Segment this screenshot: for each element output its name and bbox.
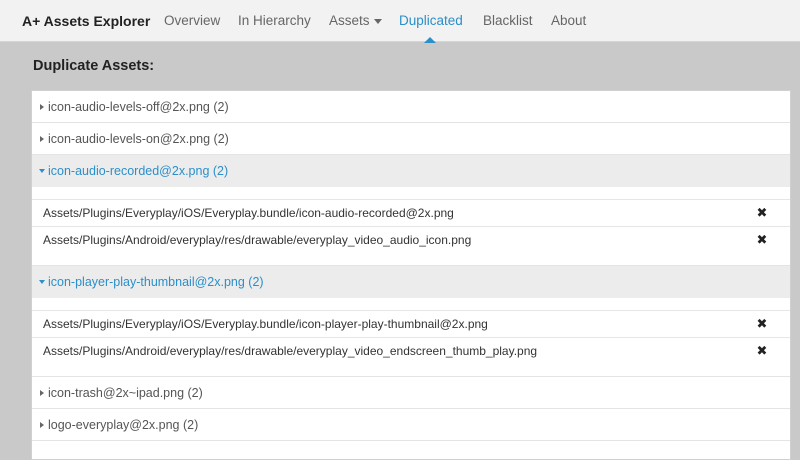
nav-blacklist[interactable]: Blacklist	[483, 0, 533, 42]
nav-assets-dropdown[interactable]: Assets	[329, 0, 382, 42]
group-label: icon-audio-levels-off@2x.png (2)	[48, 100, 229, 114]
navbar: A+ Assets Explorer Overview In Hierarchy…	[0, 0, 800, 43]
app-title[interactable]: A+ Assets Explorer	[22, 0, 150, 42]
active-tab-indicator	[424, 37, 436, 43]
group-label: logo-everyplay@2x.png (2)	[48, 418, 199, 432]
duplicate-group-row-expanded[interactable]: icon-audio-recorded@2x.png (2)	[32, 155, 790, 187]
close-icon[interactable]: ✖	[756, 227, 768, 253]
close-icon[interactable]: ✖	[756, 311, 768, 337]
path-row: Assets/Plugins/Android/everyplay/res/dra…	[32, 337, 790, 364]
collapse-arrow-icon	[39, 280, 45, 284]
duplicate-group-row[interactable]: icon-audio-levels-on@2x.png (2)	[32, 123, 790, 155]
page-title: Duplicate Assets:	[33, 58, 155, 74]
caret-down-icon	[373, 18, 382, 24]
duplicate-group-row[interactable]: logo-everyplay@2x.png (2)	[32, 409, 790, 441]
close-icon[interactable]: ✖	[756, 200, 768, 226]
asset-path[interactable]: Assets/Plugins/Android/everyplay/res/dra…	[43, 227, 471, 253]
duplicate-group-row[interactable]: icon-trash@2x~ipad.png (2)	[32, 377, 790, 409]
nav-overview[interactable]: Overview	[164, 0, 220, 42]
duplicate-paths: Assets/Plugins/Everyplay/iOS/Everyplay.b…	[32, 298, 790, 377]
path-row: Assets/Plugins/Everyplay/iOS/Everyplay.b…	[32, 310, 790, 337]
collapse-arrow-icon	[39, 169, 45, 173]
expand-arrow-icon	[40, 104, 44, 110]
expand-arrow-icon	[40, 422, 44, 428]
asset-path[interactable]: Assets/Plugins/Android/everyplay/res/dra…	[43, 338, 537, 364]
asset-path[interactable]: Assets/Plugins/Everyplay/iOS/Everyplay.b…	[43, 200, 454, 226]
nav-assets-label: Assets	[329, 13, 370, 28]
asset-path[interactable]: Assets/Plugins/Everyplay/iOS/Everyplay.b…	[43, 311, 488, 337]
nav-in-hierarchy[interactable]: In Hierarchy	[238, 0, 311, 42]
nav-about[interactable]: About	[551, 0, 586, 42]
expand-arrow-icon	[40, 390, 44, 396]
group-label: icon-audio-levels-on@2x.png (2)	[48, 132, 229, 146]
path-row: Assets/Plugins/Android/everyplay/res/dra…	[32, 226, 790, 253]
duplicate-group-row[interactable]: icon-audio-levels-off@2x.png (2)	[32, 91, 790, 123]
group-label: icon-player-play-thumbnail@2x.png (2)	[48, 275, 264, 289]
duplicates-list: icon-audio-levels-off@2x.png (2) icon-au…	[31, 90, 791, 460]
close-icon[interactable]: ✖	[756, 338, 768, 364]
group-label: icon-trash@2x~ipad.png (2)	[48, 386, 203, 400]
nav-duplicated[interactable]: Duplicated	[399, 0, 463, 42]
path-row: Assets/Plugins/Everyplay/iOS/Everyplay.b…	[32, 199, 790, 226]
group-label: icon-audio-recorded@2x.png (2)	[48, 164, 229, 178]
duplicate-group-row-expanded[interactable]: icon-player-play-thumbnail@2x.png (2)	[32, 266, 790, 298]
expand-arrow-icon	[40, 136, 44, 142]
duplicate-paths: Assets/Plugins/Everyplay/iOS/Everyplay.b…	[32, 187, 790, 266]
